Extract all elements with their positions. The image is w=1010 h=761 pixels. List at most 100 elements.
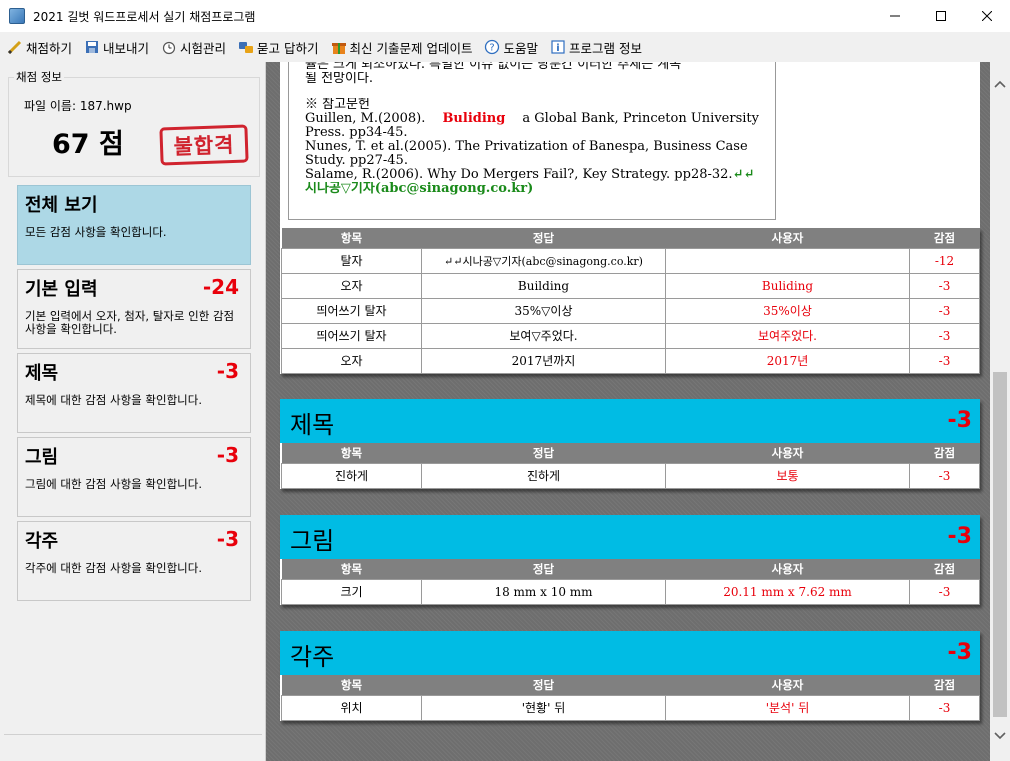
doc-error-word: Buliding bbox=[442, 111, 506, 126]
cell-item: 띄어쓰기 탈자 bbox=[281, 322, 422, 349]
col-answer: 정답 bbox=[421, 443, 666, 463]
cell-user: '분석' 뒤 bbox=[665, 694, 910, 721]
cell-answer: ↵↵시나공▽기자(abc@sinagong.co.kr) bbox=[421, 247, 666, 274]
file-name: 파일 이름: 187.hwp bbox=[24, 99, 132, 113]
category-title: 전체 보기 bbox=[25, 195, 98, 216]
cell-user: 20.11 mm x 7.62 mm bbox=[665, 578, 910, 605]
col-user: 사용자 bbox=[665, 675, 910, 695]
col-answer: 정답 bbox=[421, 675, 666, 695]
section-header: 각주 -3 bbox=[280, 631, 980, 675]
minimize-button[interactable] bbox=[872, 0, 918, 32]
doc-line: Study. pp27-45. bbox=[305, 154, 408, 168]
vertical-scrollbar[interactable] bbox=[990, 62, 1010, 761]
menu-about-label: 프로그램 정보 bbox=[569, 40, 642, 56]
col-user: 사용자 bbox=[665, 443, 910, 463]
cell-user: 보통 bbox=[665, 462, 910, 489]
col-item: 항목 bbox=[281, 443, 422, 463]
clock-icon bbox=[161, 39, 177, 55]
cell-user: 2017년 bbox=[665, 347, 910, 374]
category-desc: 각주에 대한 감점 사항을 확인합니다. bbox=[25, 561, 202, 575]
cell-answer: 진하게 bbox=[421, 462, 666, 489]
cell-user: Buliding bbox=[665, 272, 910, 299]
title-table: 항목 정답 사용자 감점 진하게 진하게 보통 -3 bbox=[281, 443, 980, 489]
qa-icon bbox=[238, 39, 254, 55]
cell-deduct: -3 bbox=[909, 694, 980, 721]
menu-exam-manage[interactable]: 시험관리 bbox=[161, 38, 226, 57]
category-desc: 그림에 대한 감점 사항을 확인합니다. bbox=[25, 477, 202, 491]
save-icon bbox=[84, 39, 100, 55]
chevron-down-icon bbox=[994, 732, 1006, 740]
cell-item: 오자 bbox=[281, 272, 422, 299]
divider bbox=[4, 734, 262, 735]
category-title: 각주 bbox=[25, 531, 59, 552]
close-icon bbox=[982, 11, 992, 21]
category-picture[interactable]: 그림 -3 그림에 대한 감점 사항을 확인합니다. bbox=[17, 437, 251, 517]
category-desc: 기본 입력에서 오자, 첨자, 탈자로 인한 감점 사항을 확인합니다. bbox=[25, 309, 235, 336]
menu-qa[interactable]: 묻고 답하기 bbox=[238, 38, 319, 57]
cell-item: 오자 bbox=[281, 347, 422, 374]
section-title: 제목 bbox=[290, 411, 335, 439]
menu-update[interactable]: 최신 기출문제 업데이트 bbox=[331, 38, 473, 57]
maximize-button[interactable] bbox=[918, 0, 964, 32]
section-score: -3 bbox=[947, 640, 972, 665]
menu-exam-manage-label: 시험관리 bbox=[180, 40, 227, 56]
col-deduct: 감점 bbox=[909, 228, 980, 248]
table-header-row: 항목 정답 사용자 감점 bbox=[281, 675, 980, 695]
document-preview: 률은 크게 퇴조하였다. 특별한 이슈 없이는 당분간 이러한 추세는 계속 될… bbox=[288, 62, 776, 220]
table-row[interactable]: 탈자 ↵↵시나공▽기자(abc@sinagong.co.kr) -12 bbox=[281, 247, 980, 274]
menu-export[interactable]: 내보내기 bbox=[84, 38, 149, 57]
category-title-format[interactable]: 제목 -3 제목에 대한 감점 사항을 확인합니다. bbox=[17, 353, 251, 433]
menu-grade[interactable]: 채점하기 bbox=[7, 38, 72, 57]
table-row[interactable]: 진하게 진하게 보통 -3 bbox=[281, 462, 980, 489]
total-score: 67 점 bbox=[52, 129, 124, 160]
table-row[interactable]: 오자 2017년까지 2017년 -3 bbox=[281, 347, 980, 374]
footnote-table: 항목 정답 사용자 감점 위치 '현황' 뒤 '분석' 뒤 -3 bbox=[281, 675, 980, 721]
result-scroll-area[interactable]: 률은 크게 퇴조하였다. 특별한 이슈 없이는 당분간 이러한 추세는 계속 될… bbox=[266, 62, 990, 761]
menu-bar: 채점하기 내보내기 시험관리 묻고 답하기 최신 기출문제 업데이트 ? 도움말… bbox=[0, 32, 1010, 62]
section-header: 제목 -3 bbox=[280, 399, 980, 443]
category-score: -24 bbox=[202, 275, 239, 299]
close-button[interactable] bbox=[964, 0, 1010, 32]
table-header-row: 항목 정답 사용자 감점 bbox=[281, 228, 980, 248]
col-deduct: 감점 bbox=[909, 443, 980, 463]
doc-text: Salame, R.(2006). Why Do Mergers Fail?, … bbox=[305, 168, 733, 182]
cell-answer: '현황' 뒤 bbox=[421, 694, 666, 721]
picture-section: 그림 -3 항목 정답 사용자 감점 크기 18 mm x 10 mm 20.1… bbox=[280, 515, 980, 605]
category-footnote[interactable]: 각주 -3 각주에 대한 감점 사항을 확인합니다. bbox=[17, 521, 251, 601]
section-header: 그림 -3 bbox=[280, 515, 980, 559]
category-basic-input[interactable]: 기본 입력 -24 기본 입력에서 오자, 첨자, 탈자로 인한 감점 사항을 … bbox=[17, 269, 251, 349]
category-all[interactable]: 전체 보기 모든 감점 사항을 확인합니다. bbox=[17, 185, 251, 265]
cell-item: 띄어쓰기 탈자 bbox=[281, 297, 422, 324]
table-row[interactable]: 오자 Building Buliding -3 bbox=[281, 272, 980, 299]
table-row[interactable]: 띄어쓰기 탈자 35%▽이상 35%이상 -3 bbox=[281, 297, 980, 324]
doc-missing-text: 시나공▽기자(abc@sinagong.co.kr) bbox=[305, 182, 534, 196]
table-row[interactable]: 띄어쓰기 탈자 보여▽주었다. 보여주었다. -3 bbox=[281, 322, 980, 349]
cell-answer: 보여▽주었다. bbox=[421, 322, 666, 349]
app-icon bbox=[9, 8, 25, 24]
cell-answer: 18 mm x 10 mm bbox=[421, 578, 666, 605]
picture-table: 항목 정답 사용자 감점 크기 18 mm x 10 mm 20.11 mm x… bbox=[281, 559, 980, 605]
category-score: -3 bbox=[216, 527, 239, 551]
cell-deduct: -3 bbox=[909, 578, 980, 605]
svg-text:?: ? bbox=[490, 43, 495, 54]
col-user: 사용자 bbox=[665, 228, 910, 248]
basic-input-table: 항목 정답 사용자 감점 탈자 ↵↵시나공▽기자(abc@sinagong.co… bbox=[281, 228, 980, 374]
doc-line: Press. pp34-45. bbox=[305, 126, 408, 140]
document-preview-card: 률은 크게 퇴조하였다. 특별한 이슈 없이는 당분간 이러한 추세는 계속 될… bbox=[280, 62, 980, 228]
scroll-down-button[interactable] bbox=[994, 732, 1006, 742]
table-row[interactable]: 위치 '현황' 뒤 '분석' 뒤 -3 bbox=[281, 694, 980, 721]
menu-update-label: 최신 기출문제 업데이트 bbox=[349, 40, 473, 56]
menu-about[interactable]: i 프로그램 정보 bbox=[550, 38, 642, 57]
scroll-up-button[interactable] bbox=[994, 80, 1006, 90]
info-icon: i bbox=[550, 39, 566, 55]
svg-text:i: i bbox=[556, 43, 559, 54]
window-title: 2021 길벗 워드프로세서 실기 채점프로그램 bbox=[33, 9, 256, 24]
scrollbar-thumb[interactable] bbox=[993, 372, 1007, 717]
doc-line: Guillen, M.(2008). Buliding a Global Ban… bbox=[305, 112, 759, 126]
table-row[interactable]: 크기 18 mm x 10 mm 20.11 mm x 7.62 mm -3 bbox=[281, 578, 980, 605]
menu-help[interactable]: ? 도움말 bbox=[484, 38, 538, 57]
pencil-icon bbox=[7, 39, 23, 55]
doc-line: Salame, R.(2006). Why Do Mergers Fail?, … bbox=[305, 168, 759, 182]
category-title: 제목 bbox=[25, 363, 59, 384]
maximize-icon bbox=[936, 11, 946, 21]
